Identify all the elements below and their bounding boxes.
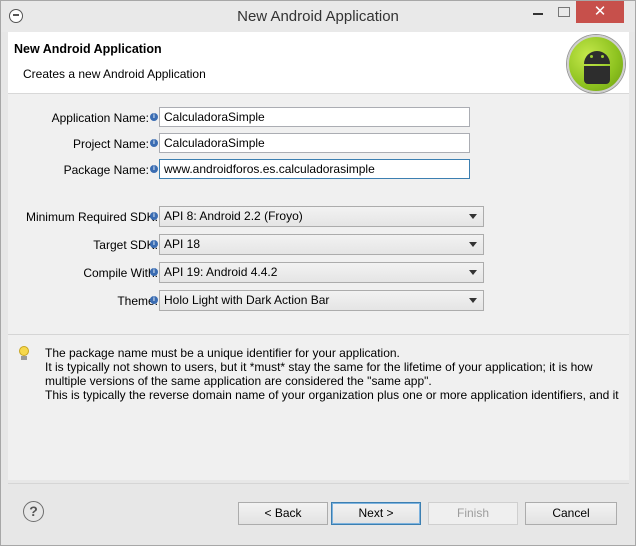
info-icon: i — [150, 212, 158, 220]
min-sdk-select[interactable]: API 8: Android 2.2 (Froyo) — [159, 206, 484, 227]
hint-line: multiple versions of the same applicatio… — [45, 374, 432, 388]
next-button[interactable]: Next > — [331, 502, 421, 525]
chevron-down-icon — [469, 214, 477, 219]
minimize-button[interactable] — [524, 1, 550, 23]
project-name-row: Project Name: i CalculadoraSimple — [8, 133, 629, 155]
close-button[interactable]: ✕ — [576, 1, 624, 23]
hint-line: This is typically the reverse domain nam… — [45, 388, 619, 402]
maximize-button[interactable] — [550, 1, 576, 23]
package-name-input[interactable]: www.androidforos.es.calculadorasimple — [159, 159, 470, 179]
package-name-row: Package Name: i www.androidforos.es.calc… — [8, 159, 629, 181]
compile-with-label: Compile With: — [83, 266, 158, 280]
chevron-down-icon — [469, 270, 477, 275]
dialog-window: New Android Application ✕ New Android Ap… — [0, 0, 636, 546]
info-icon: i — [150, 240, 158, 248]
target-sdk-select[interactable]: API 18 — [159, 234, 484, 255]
hint-separator — [8, 334, 629, 335]
info-icon: i — [150, 296, 158, 304]
android-logo-icon — [567, 35, 625, 93]
compile-with-value: API 19: Android 4.4.2 — [164, 265, 278, 279]
package-name-label: Package Name: — [63, 163, 149, 177]
target-sdk-value: API 18 — [164, 237, 201, 251]
compile-with-select[interactable]: API 19: Android 4.4.2 — [159, 262, 484, 283]
project-name-input[interactable]: CalculadoraSimple — [159, 133, 470, 153]
back-button[interactable]: < Back — [238, 502, 328, 525]
finish-button[interactable]: Finish — [428, 502, 518, 525]
application-name-row: Application Name: i CalculadoraSimple — [8, 107, 629, 129]
hint-text: The package name must be a unique identi… — [45, 346, 630, 402]
min-sdk-label: Minimum Required SDK: — [25, 210, 158, 224]
footer-separator — [8, 483, 629, 484]
target-sdk-label: Target SDK: — [93, 238, 158, 252]
chevron-down-icon — [469, 298, 477, 303]
wizard-title: New Android Application — [14, 42, 162, 56]
title-bar: New Android Application ✕ — [1, 1, 635, 32]
cancel-button[interactable]: Cancel — [525, 502, 617, 525]
hint-line: It is typically not shown to users, but … — [45, 360, 593, 374]
chevron-down-icon — [469, 242, 477, 247]
info-icon: i — [150, 268, 158, 276]
theme-value: Holo Light with Dark Action Bar — [164, 293, 330, 307]
min-sdk-row: Minimum Required SDK: i API 8: Android 2… — [8, 206, 629, 228]
hint-line: The package name must be a unique identi… — [45, 346, 400, 360]
wizard-header: New Android Application Creates a new An… — [8, 32, 629, 94]
wizard-form: Application Name: i CalculadoraSimple Pr… — [8, 94, 629, 480]
help-icon[interactable]: ? — [23, 501, 44, 522]
application-name-label: Application Name: — [51, 111, 149, 125]
theme-select[interactable]: Holo Light with Dark Action Bar — [159, 290, 484, 311]
theme-row: Theme: i Holo Light with Dark Action Bar — [8, 290, 629, 312]
compile-with-row: Compile With: i API 19: Android 4.4.2 — [8, 262, 629, 284]
info-icon: i — [150, 165, 158, 173]
target-sdk-row: Target SDK: i API 18 — [8, 234, 629, 256]
min-sdk-value: API 8: Android 2.2 (Froyo) — [164, 209, 303, 223]
info-icon: i — [150, 139, 158, 147]
wizard-subtitle: Creates a new Android Application — [23, 67, 206, 81]
lightbulb-icon — [18, 346, 30, 362]
application-name-input[interactable]: CalculadoraSimple — [159, 107, 470, 127]
info-icon: i — [150, 113, 158, 121]
project-name-label: Project Name: — [72, 137, 149, 151]
